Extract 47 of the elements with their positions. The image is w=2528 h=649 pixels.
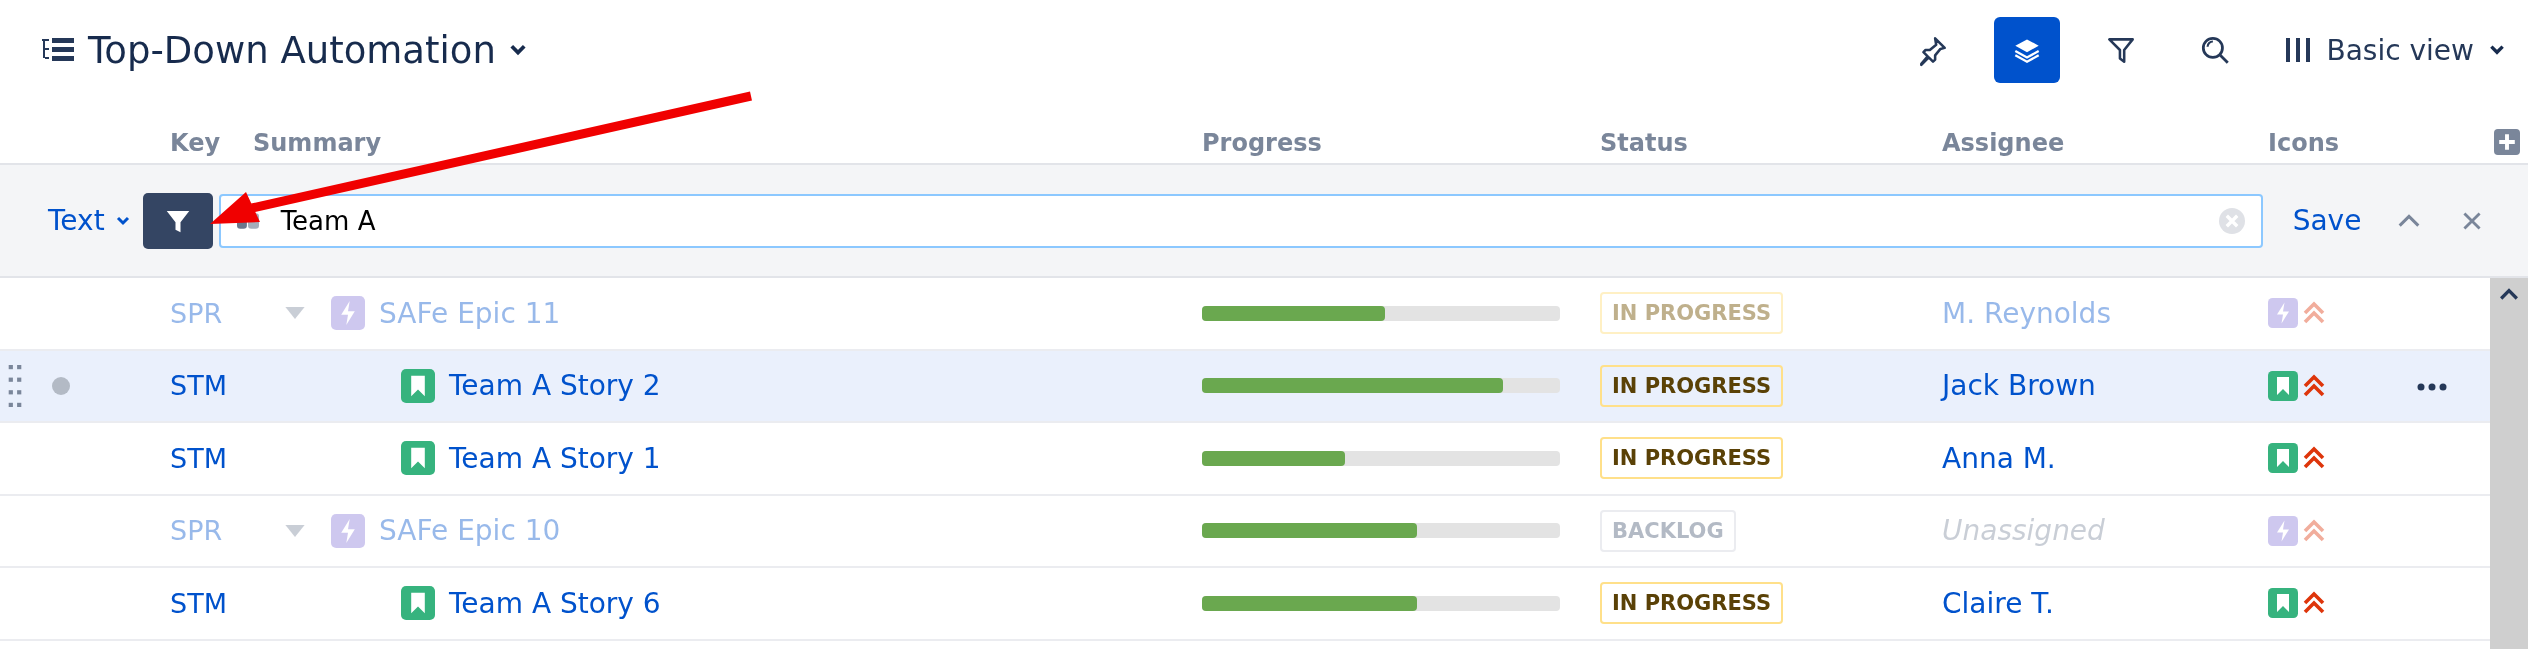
add-column-icon[interactable] — [2494, 129, 2520, 155]
structure-title[interactable]: Top-Down Automation — [88, 28, 496, 72]
issue-key[interactable]: STM — [170, 442, 227, 474]
priority-icon — [2302, 372, 2326, 399]
scrollbar[interactable] — [2490, 278, 2528, 649]
bookmark-icon — [2268, 443, 2298, 474]
column-header[interactable]: Icons — [2268, 129, 2416, 157]
layers-button[interactable] — [1994, 17, 2061, 83]
column-header[interactable]: Assignee — [1942, 129, 2268, 157]
issue-summary[interactable]: Team A Story 6 — [449, 586, 661, 620]
view-selector[interactable]: Basic view — [2284, 33, 2506, 67]
row-dot-icon — [52, 376, 70, 395]
drag-handle-icon[interactable] — [8, 364, 22, 407]
assignee-name[interactable]: Jack Brown — [1942, 369, 2096, 403]
bookmark-icon — [2268, 588, 2298, 619]
column-header[interactable]: Progress — [1202, 129, 1600, 157]
column-header[interactable]: Status — [1600, 129, 1942, 157]
bookmark-icon — [401, 586, 435, 621]
columns-icon — [2284, 35, 2313, 65]
lightning-icon — [2268, 515, 2298, 546]
bookmark-icon — [2268, 370, 2298, 401]
table-row[interactable]: STM Team A Story 2 IN PROGRESS Jack Brown — [0, 350, 2490, 423]
status-lozenge[interactable]: IN PROGRESS — [1600, 582, 1784, 625]
issue-summary[interactable]: Team A Story 2 — [449, 369, 661, 403]
more-icon[interactable] — [2416, 383, 2448, 392]
status-lozenge[interactable]: IN PROGRESS — [1600, 437, 1784, 480]
issue-key[interactable]: STM — [170, 587, 227, 619]
bookmark-icon — [401, 441, 435, 476]
filter-field[interactable]: Team A — [218, 193, 2263, 248]
status-lozenge[interactable]: IN PROGRESS — [1600, 364, 1784, 407]
chevron-up-icon[interactable] — [2500, 288, 2518, 300]
lightning-icon — [2268, 298, 2298, 329]
assignee-name[interactable]: Anna M. — [1942, 441, 2056, 475]
column-header[interactable]: Key — [170, 129, 253, 157]
assignee-name[interactable]: Claire T. — [1942, 586, 2054, 620]
filter-mode-dropdown[interactable]: Text — [48, 204, 131, 237]
priority-icon — [2302, 517, 2326, 544]
lightning-icon — [331, 296, 365, 331]
table-row[interactable]: STM Team A Story 6 IN PROGRESS Claire T. — [0, 568, 2490, 641]
issue-key[interactable]: STM — [170, 370, 227, 402]
filter-button[interactable] — [142, 192, 213, 249]
save-link[interactable]: Save — [2292, 204, 2362, 237]
issue-summary[interactable]: Team A Story 1 — [449, 441, 661, 475]
column-header[interactable]: Summary — [253, 129, 1202, 157]
table-row[interactable]: STM Team A Story 1 IN PROGRESS Anna M. — [0, 423, 2490, 496]
bookmark-icon — [401, 368, 435, 403]
lightning-icon — [331, 513, 365, 548]
